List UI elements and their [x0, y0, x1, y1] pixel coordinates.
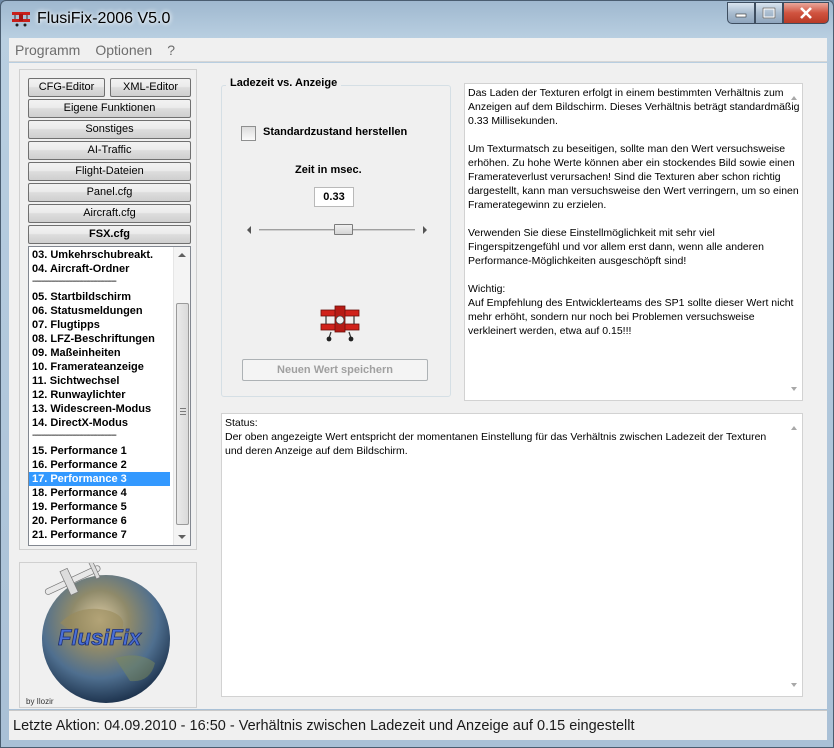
scroll-thumb[interactable]: [176, 303, 189, 525]
default-state-label[interactable]: Standardzustand herstellen: [263, 126, 407, 138]
menu-help[interactable]: ?: [161, 42, 180, 58]
list-item[interactable]: 09. Maßeinheiten: [29, 346, 170, 360]
fsx-cfg-button[interactable]: FSX.cfg: [28, 225, 191, 244]
info-paragraph: Das Laden der Texturen erfolgt in einem …: [468, 87, 800, 127]
sonstiges-button[interactable]: Sonstiges: [28, 120, 191, 139]
menu-bar: Programm Optionen ?: [9, 38, 827, 62]
info-paragraph: Verwenden Sie diese Einstellmöglichkeit …: [468, 227, 764, 267]
list-separator: ------------------------------------: [32, 430, 117, 441]
app-window: FlusiFix-2006 V5.0 Programm Optionen ? C…: [0, 0, 834, 748]
default-state-checkbox[interactable]: [241, 126, 256, 141]
minimize-button[interactable]: [727, 2, 755, 24]
status-scroll-down-icon[interactable]: [791, 683, 797, 687]
time-label: Zeit in msec.: [295, 164, 362, 176]
list-item[interactable]: 15. Performance 1: [29, 444, 170, 458]
logo-panel: FlusiFix by Ilozir: [19, 562, 197, 708]
cfg-editor-button[interactable]: CFG-Editor: [28, 78, 105, 97]
status-heading: Status:: [225, 417, 258, 429]
info-paragraph: Wichtig: Auf Empfehlung des Entwicklerte…: [468, 283, 794, 337]
slider-right-arrow-icon[interactable]: [423, 226, 427, 234]
menu-optionen[interactable]: Optionen: [89, 42, 157, 58]
list-item[interactable]: 05. Startbildschirm: [29, 290, 170, 304]
ai-traffic-button[interactable]: AI-Traffic: [28, 141, 191, 160]
list-item[interactable]: 03. Umkehrschubreakt.: [29, 248, 170, 262]
list-item[interactable]: 10. Framerateanzeige: [29, 360, 170, 374]
main-content: CFG-Editor XML-Editor Eigene Funktionen …: [9, 63, 827, 709]
flight-dateien-button[interactable]: Flight-Dateien: [28, 162, 191, 181]
list-item[interactable]: 16. Performance 2: [29, 458, 170, 472]
list-separator: ------------------------------------: [32, 276, 117, 287]
list-item[interactable]: 21. Performance 7: [29, 528, 170, 542]
info-scroll-down-icon[interactable]: [791, 387, 797, 391]
menu-programm[interactable]: Programm: [9, 42, 85, 58]
slider-thumb[interactable]: [334, 224, 354, 235]
biplane-icon: [320, 305, 360, 342]
status-message: Der oben angezeigte Wert entspricht der …: [225, 431, 767, 457]
list-item[interactable]: 12. Runwaylichter: [29, 388, 170, 402]
navigation-panel: CFG-Editor XML-Editor Eigene Funktionen …: [19, 69, 197, 550]
aircraft-cfg-button[interactable]: Aircraft.cfg: [28, 204, 191, 223]
info-text: Das Laden der Texturen erfolgt in einem …: [468, 86, 801, 352]
list-item[interactable]: 14. DirectX-Modus: [29, 416, 170, 430]
list-item[interactable]: 18. Performance 4: [29, 486, 170, 500]
status-scroll-up-icon[interactable]: [791, 426, 797, 430]
eigene-funktionen-button[interactable]: Eigene Funktionen: [28, 99, 191, 118]
minimize-icon: [735, 13, 747, 18]
list-item[interactable]: 17. Performance 3: [29, 472, 170, 486]
logo-text: FlusiFix: [58, 625, 142, 650]
slider-left-arrow-icon[interactable]: [247, 226, 251, 234]
title-bar[interactable]: FlusiFix-2006 V5.0: [1, 1, 834, 37]
xml-editor-button[interactable]: XML-Editor: [110, 78, 191, 97]
list-item[interactable]: 04. Aircraft-Ordner: [29, 262, 170, 276]
status-bar: Letzte Aktion: 04.09.2010 - 16:50 - Verh…: [9, 710, 827, 740]
list-item[interactable]: 20. Performance 6: [29, 514, 170, 528]
list-item[interactable]: 07. Flugtipps: [29, 318, 170, 332]
flusifix-globe-logo: FlusiFix by Ilozir: [26, 563, 170, 706]
close-icon: [800, 7, 812, 19]
time-slider[interactable]: [247, 224, 427, 236]
settings-group-title: Ladezeit vs. Anzeige: [226, 77, 342, 89]
biplane-app-icon: [12, 12, 30, 27]
maximize-icon: [762, 7, 776, 19]
scroll-down-icon[interactable]: [178, 535, 186, 539]
options-list[interactable]: 03. Umkehrschubreakt. 04. Aircraft-Ordner…: [28, 246, 191, 546]
save-new-value-button[interactable]: Neuen Wert speichern: [242, 359, 428, 381]
logo-byline: by Ilozir: [26, 697, 54, 706]
list-item[interactable]: 13. Widescreen-Modus: [29, 402, 170, 416]
last-action-text: Letzte Aktion: 04.09.2010 - 16:50 - Verh…: [13, 718, 635, 734]
window-title: FlusiFix-2006 V5.0: [37, 10, 171, 27]
scroll-up-icon[interactable]: [178, 253, 186, 257]
list-item[interactable]: 08. LFZ-Beschriftungen: [29, 332, 170, 346]
close-button[interactable]: [783, 2, 829, 24]
maximize-button[interactable]: [755, 2, 783, 24]
panel-cfg-button[interactable]: Panel.cfg: [28, 183, 191, 202]
list-item[interactable]: 06. Statusmeldungen: [29, 304, 170, 318]
time-value-display: 0.33: [314, 187, 354, 207]
list-scrollbar[interactable]: [173, 247, 190, 545]
info-paragraph: Um Texturmatsch zu beseitigen, sollte ma…: [468, 143, 799, 211]
list-item[interactable]: 19. Performance 5: [29, 500, 170, 514]
list-item[interactable]: 11. Sichtwechsel: [29, 374, 170, 388]
status-text: Status: Der oben angezeigte Wert entspri…: [225, 416, 785, 458]
